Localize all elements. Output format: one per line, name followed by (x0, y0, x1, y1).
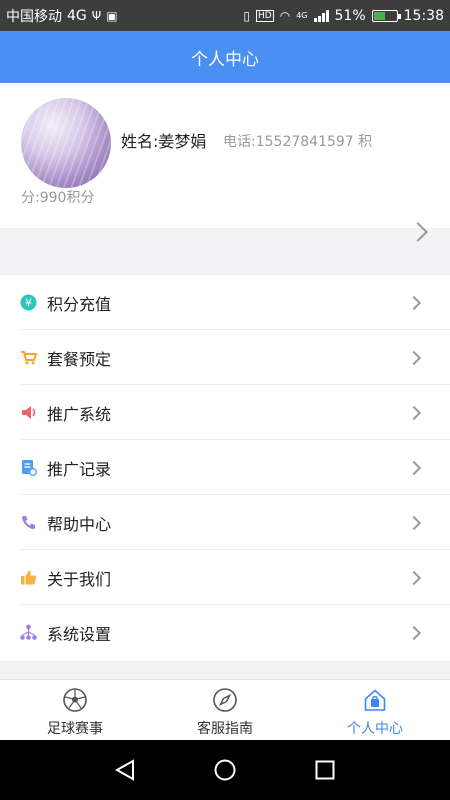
chevron-right-icon (406, 625, 422, 640)
menu-item-system-settings[interactable]: 系统设置 (0, 605, 450, 660)
menu-item-label: 推广记录 (47, 459, 112, 479)
title-bar: 个人中心 (0, 31, 450, 83)
menu-item-label: 关于我们 (47, 569, 112, 589)
system-nav-bar (0, 740, 450, 800)
record-icon (22, 460, 37, 476)
profile-name: 姓名:姜梦娟 (121, 132, 207, 151)
status-bar: 中国移动 4G Ψ ▣ ▯ HD ◠ 4G 51% 15:38 (0, 0, 450, 31)
bottom-tab-bar: 足球赛事 客服指南 个人中心 (0, 679, 450, 740)
network-small-label: 4G (296, 11, 308, 20)
profile-phone: 电话:15527841597 积 (223, 134, 373, 150)
battery-icon (371, 9, 401, 22)
tab-label: 足球赛事 (47, 721, 103, 737)
network-icon (20, 624, 37, 640)
chevron-right-icon (406, 570, 422, 585)
tab-football-events[interactable]: 足球赛事 (0, 680, 150, 740)
battery-percent: 51% (334, 7, 366, 24)
thumbs-up-icon (21, 570, 37, 585)
svg-text:¥: ¥ (25, 297, 32, 310)
menu-item-label: 积分充值 (47, 294, 112, 314)
menu-list: ¥ 积分充值 套餐预定 推广系统 推广记录 帮助中心 关于我们 系统设置 (0, 275, 450, 661)
menu-item-promotion-system[interactable]: 推广系统 (0, 385, 450, 440)
wifi-icon: ◠ (279, 8, 291, 23)
soccer-ball-icon (63, 688, 87, 712)
tab-service-guide[interactable]: 客服指南 (150, 680, 300, 740)
menu-item-points-recharge[interactable]: ¥ 积分充值 (0, 275, 450, 330)
phone-icon (22, 516, 35, 530)
menu-item-help-center[interactable]: 帮助中心 (0, 495, 450, 550)
menu-item-label: 系统设置 (47, 624, 112, 644)
signal-icon (313, 9, 329, 22)
menu-item-about-us[interactable]: 关于我们 (0, 550, 450, 605)
profile-card: 姓名:姜梦娟 电话:15527841597 积 分:990积分 (0, 83, 450, 228)
profile-detail-row[interactable] (0, 222, 450, 275)
page-title: 个人中心 (191, 49, 259, 70)
home-bag-icon (364, 689, 386, 711)
tab-label: 客服指南 (197, 721, 253, 737)
battery-fill (373, 11, 385, 20)
back-icon[interactable] (113, 758, 137, 782)
speaker-icon (22, 406, 36, 419)
menu-item-label: 套餐预定 (47, 349, 112, 369)
carrier-label: 中国移动 (6, 8, 62, 25)
home-icon[interactable] (213, 758, 237, 782)
menu-item-package-booking[interactable]: 套餐预定 (0, 330, 450, 385)
vibrate-icon: ▯ (243, 8, 251, 23)
cart-icon (21, 351, 37, 365)
tab-label: 个人中心 (347, 721, 403, 737)
clock: 15:38 (403, 7, 444, 24)
chevron-right-icon (406, 295, 422, 310)
chevron-right-icon (406, 405, 422, 420)
tab-profile[interactable]: 个人中心 (300, 680, 450, 740)
points-recharge-icon: ¥ (20, 294, 37, 311)
menu-item-label: 帮助中心 (47, 514, 112, 534)
menu-item-label: 推广系统 (47, 404, 112, 424)
profile-points: 分:990积分 (21, 190, 95, 206)
avatar[interactable] (21, 98, 111, 188)
chevron-right-icon (406, 350, 422, 365)
hd-badge: HD (256, 9, 274, 22)
compass-icon (213, 688, 237, 712)
image-icon: ▣ (106, 8, 118, 23)
chevron-right-icon (406, 460, 422, 475)
network-type-label: 4G (67, 7, 87, 24)
chevron-right-icon (406, 515, 422, 530)
usb-icon: Ψ (91, 8, 102, 23)
menu-item-promotion-records[interactable]: 推广记录 (0, 440, 450, 495)
recents-icon[interactable] (313, 758, 337, 782)
